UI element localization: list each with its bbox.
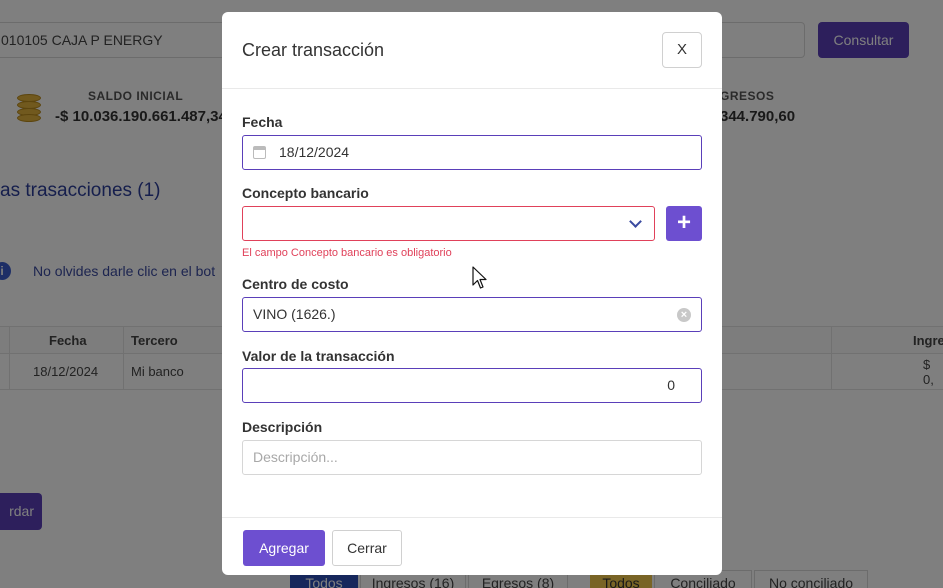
cerrar-button[interactable]: Cerrar [332, 530, 402, 566]
centro-costo-select[interactable]: VINO (1626.) × [242, 297, 702, 332]
valor-input[interactable]: 0 [242, 368, 702, 403]
valor-label: Valor de la transacción [242, 348, 395, 364]
calendar-icon [253, 146, 266, 159]
plus-icon: + [676, 209, 691, 236]
fecha-label: Fecha [242, 114, 283, 130]
concepto-label: Concepto bancario [242, 185, 369, 201]
fecha-input[interactable]: 18/12/2024 [242, 135, 702, 170]
close-button[interactable]: X [662, 32, 702, 68]
clear-icon[interactable]: × [677, 308, 691, 322]
create-transaction-modal: Crear transacción X Fecha 18/12/2024 Con… [222, 12, 722, 575]
cursor-icon [472, 266, 487, 289]
centro-costo-value: VINO (1626.) [253, 306, 336, 322]
valor-value: 0 [667, 377, 675, 393]
modal-title: Crear transacción [242, 40, 385, 60]
modal-header: Crear transacción X [222, 12, 722, 89]
agregar-button[interactable]: Agregar [243, 530, 325, 566]
add-concepto-button[interactable]: + [666, 206, 702, 241]
descripcion-label: Descripción [242, 419, 323, 435]
descripcion-placeholder: Descripción... [253, 449, 338, 465]
modal-footer: Agregar Cerrar [222, 517, 722, 575]
fecha-value: 18/12/2024 [279, 144, 350, 160]
concepto-error: El campo Concepto bancario es obligatori… [242, 247, 452, 259]
concepto-select[interactable] [242, 206, 655, 241]
centro-costo-label: Centro de costo [242, 276, 349, 292]
chevron-down-icon [629, 215, 642, 228]
descripcion-input[interactable]: Descripción... [242, 440, 702, 475]
